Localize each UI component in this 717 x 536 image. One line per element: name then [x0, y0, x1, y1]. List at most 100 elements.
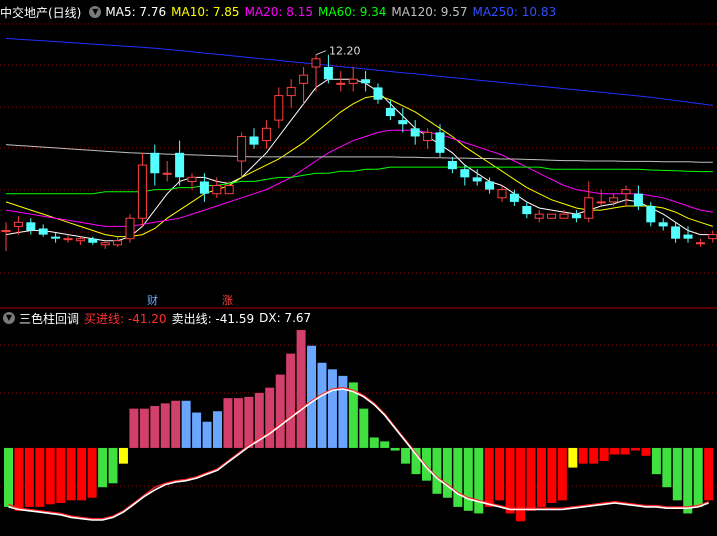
indicator-bar [536, 447, 546, 507]
candle [274, 87, 284, 129]
candle-body [323, 66, 333, 80]
indicator-bar [317, 362, 327, 448]
candle [584, 181, 594, 223]
indicator-bar [651, 447, 661, 475]
candle-body [472, 177, 482, 182]
indicator-bar [307, 345, 317, 448]
indicator-bar [526, 447, 536, 511]
indicator-bar [233, 398, 243, 448]
indicator-bar [296, 330, 306, 448]
indicator-bar [77, 447, 87, 501]
indicator-bar [557, 447, 567, 501]
candle [336, 71, 346, 92]
candle [113, 236, 123, 247]
indicator-bar [463, 447, 473, 511]
candle-body [261, 127, 271, 142]
candle [75, 236, 85, 245]
indicator-bar [672, 447, 682, 501]
candle-body [671, 226, 681, 239]
candle [385, 99, 395, 121]
indicator-bar [589, 447, 599, 464]
candle-body [423, 131, 433, 142]
candle-body [559, 213, 569, 219]
candle-body [237, 135, 247, 162]
candle-body [38, 228, 48, 235]
chevron-down-icon[interactable]: ▼ [89, 6, 102, 18]
indicator-bar [693, 447, 703, 507]
indicator-name[interactable]: 三色柱回调 [19, 310, 79, 327]
candle-body [695, 242, 705, 245]
indicator-bar [45, 447, 55, 505]
candle [435, 124, 445, 157]
indicator-bar [192, 412, 202, 448]
candle-body [348, 78, 358, 84]
indicator-bar [359, 408, 369, 448]
candle-body [212, 185, 222, 195]
indicator-bar [150, 406, 160, 448]
indicator-bar [244, 396, 254, 448]
indicator-bar [631, 447, 640, 451]
stock-name[interactable]: 中交地产(日线) [0, 4, 81, 21]
candle [398, 107, 408, 133]
candle [410, 120, 420, 145]
candle [460, 165, 470, 186]
indicator-bar [704, 447, 714, 501]
indicator-bar [108, 447, 118, 484]
indicator-bar [369, 437, 379, 448]
indicator-bar [66, 447, 76, 501]
indicator-bar [380, 441, 390, 448]
chevron-down-icon[interactable]: ▼ [3, 312, 15, 324]
candle [571, 210, 581, 223]
indicator-bar [160, 403, 170, 448]
finance-marker: 财 [147, 293, 158, 307]
ma-line-ma5 [5, 78, 713, 242]
candle-body [175, 152, 185, 178]
ma-line-ma120 [5, 144, 713, 163]
indicator-bar [599, 447, 609, 462]
candle [534, 210, 544, 223]
candle [497, 185, 507, 202]
candle-body [497, 189, 507, 199]
ma120-label: MA120: 9.57 [391, 5, 468, 19]
candle [373, 83, 383, 104]
candle-body [274, 95, 284, 121]
candle-body [571, 214, 581, 219]
candle-body [224, 185, 234, 195]
ma5-label: MA5: 7.76 [105, 5, 167, 19]
indicator-bar [641, 447, 651, 456]
candle-body [286, 86, 296, 97]
indicator-bar [286, 353, 296, 448]
candle [175, 140, 185, 186]
candle-body [584, 197, 594, 219]
candle-body [410, 128, 420, 137]
candle-body [88, 238, 98, 243]
indicator-bar [610, 447, 620, 455]
indicator-bar [453, 447, 463, 507]
indicator-bar [401, 447, 411, 464]
indicator-bar [14, 447, 24, 511]
price-panel [1, 37, 717, 251]
indicator-bar [139, 408, 149, 448]
candle [596, 189, 606, 206]
candle-body [311, 58, 321, 68]
ma10-label: MA10: 7.85 [171, 5, 240, 19]
candle [286, 79, 296, 108]
candle [249, 128, 259, 149]
candle-body [621, 189, 631, 195]
indicator-bar [578, 447, 588, 464]
indicator-bar [171, 400, 181, 448]
candle [51, 232, 61, 243]
indicator-bar [56, 447, 66, 503]
candle [621, 185, 631, 206]
candle [137, 152, 147, 227]
candle-body [485, 181, 495, 190]
candle-body [534, 213, 544, 219]
candle-body [460, 169, 470, 178]
candle-body [249, 136, 259, 145]
ma20-label: MA20: 8.15 [244, 5, 313, 19]
indicator-panel [4, 330, 714, 522]
indicator-legend: ▼ 三色柱回调 买进线: -41.20 卖出线: -41.59 DX: 7.67 [0, 308, 316, 328]
candle [522, 201, 532, 219]
indicator-bar [390, 447, 400, 451]
candle-body [609, 197, 619, 203]
